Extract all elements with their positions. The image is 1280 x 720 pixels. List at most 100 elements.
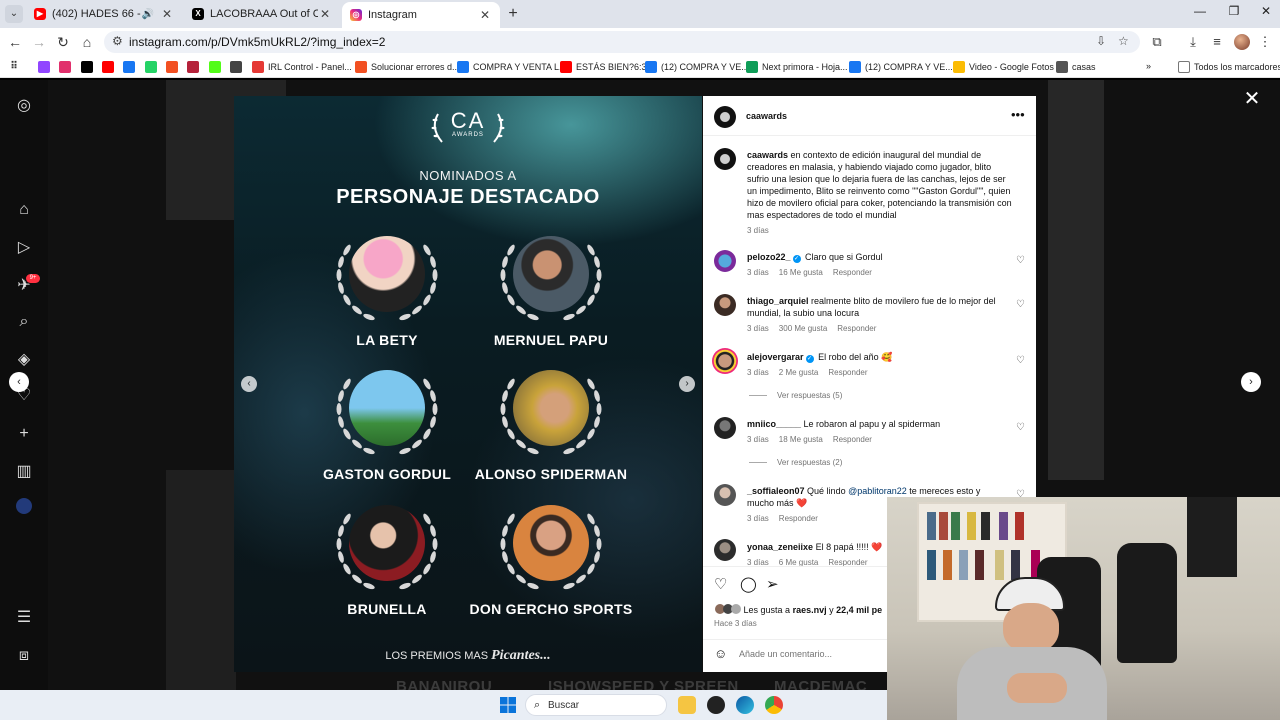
commenter-avatar-story[interactable] [712,348,738,374]
bookmark-item[interactable] [59,61,75,73]
comment-username[interactable]: yonaa_zeneiixe [747,542,813,552]
comment-likes[interactable]: 2 Me gusta [779,368,819,377]
liker-username[interactable]: raes.nvj [793,605,827,615]
share-icon[interactable]: ➢ [766,575,779,593]
comment-icon[interactable]: ◯ [740,575,757,593]
close-window-icon[interactable]: ✕ [1256,4,1276,18]
comment-likes[interactable]: 300 Me gusta [779,324,827,333]
reply-button[interactable]: Responder [833,268,872,277]
view-replies-button[interactable]: Ver respuestas (2) [749,458,842,467]
bookmark-item[interactable]: Solucionar errores d... [355,61,460,73]
emoji-icon[interactable]: ☺ [714,646,727,661]
bookmark-item[interactable] [81,61,97,73]
bookmark-item[interactable]: (12) COMPRA Y VE... [849,61,953,73]
explore-icon[interactable]: ◈ [14,350,34,370]
view-replies-button[interactable]: Ver respuestas (5) [749,391,842,400]
previous-post-icon[interactable]: ‹ [9,372,29,392]
mention-link[interactable]: @pablitoran22 [848,486,907,496]
edge-icon[interactable] [736,696,754,714]
tab-x[interactable]: X LACOBRAAA Out of Context en ✕ [184,3,340,25]
close-tab-icon[interactable]: ✕ [478,8,492,22]
comment-username[interactable]: thiago_arquiel [747,296,809,306]
create-icon[interactable]: + [14,424,34,444]
install-icon[interactable]: ⇩ [1096,34,1106,48]
reply-button[interactable]: Responder [828,368,867,377]
minimize-icon[interactable]: — [1190,4,1210,18]
commenter-avatar[interactable] [714,294,736,316]
taskbar-search[interactable]: ⌕ Buscar [525,694,667,716]
author-avatar[interactable] [714,106,736,128]
bookmark-item[interactable] [209,61,225,73]
like-comment-icon[interactable]: ♡ [1016,355,1025,366]
address-bar[interactable]: ⚙ instagram.com/p/DVmk5mUkRL2/?img_index… [104,31,1140,53]
forward-icon[interactable]: → [30,33,48,51]
bookmark-item[interactable] [166,61,182,73]
reply-button[interactable]: Responder [833,435,872,444]
downloads-icon[interactable]: ⤓ [1184,33,1202,51]
like-comment-icon[interactable]: ♡ [1016,299,1025,310]
commenter-avatar[interactable] [714,417,736,439]
media-icon[interactable]: ≡ [1208,33,1226,51]
like-post-icon[interactable]: ♡ [714,575,727,593]
close-tab-icon[interactable]: ✕ [160,7,174,21]
apps-icon[interactable]: ⠿ [8,61,24,73]
comment-username[interactable]: _soffialeon07 [747,486,805,496]
likes-count[interactable]: 22,4 mil pe [836,605,882,615]
comment-username[interactable]: pelozo22_ [747,252,791,262]
chrome-icon[interactable] [765,696,783,714]
file-explorer-icon[interactable] [678,696,696,714]
next-post-icon[interactable]: › [1241,372,1261,392]
meta-apps-icon[interactable]: ⧈ [14,646,34,666]
home-icon[interactable]: ⌂ [14,200,34,220]
commenter-avatar[interactable] [714,539,736,561]
reload-icon[interactable]: ↻ [54,33,72,51]
commenter-avatar[interactable] [714,250,736,272]
bookmark-item[interactable]: casas [1056,61,1096,73]
profile-avatar-icon[interactable] [14,498,34,518]
comment-likes[interactable]: 16 Me gusta [779,268,823,277]
home-icon[interactable]: ⌂ [78,33,96,51]
bookmark-star-icon[interactable]: ☆ [1118,34,1129,48]
reply-button[interactable]: Responder [837,324,876,333]
reels-icon[interactable]: ▷ [14,238,34,258]
obs-icon[interactable] [707,696,725,714]
comment-likes[interactable]: 18 Me gusta [779,435,823,444]
bookmark-item[interactable]: Next primora - Hoja... [746,61,848,73]
bookmark-item[interactable]: IRL Control - Panel... [252,61,352,73]
search-icon[interactable]: ⌕ [14,312,34,332]
speaker-icon[interactable]: 🔊 [142,9,154,20]
commenter-avatar[interactable] [714,484,736,506]
tab-instagram[interactable]: ◎ Instagram ✕ [342,2,500,28]
close-modal-icon[interactable]: ✕ [1241,88,1263,110]
reply-button[interactable]: Responder [779,514,818,523]
more-options-icon[interactable]: ••• [1011,107,1025,122]
like-comment-icon[interactable]: ♡ [1016,255,1025,266]
tab-search-button[interactable]: ⌄ [5,5,23,23]
caption-username[interactable]: caawards [747,150,788,160]
extensions-icon[interactable]: ⧉ [1148,33,1166,51]
menu-icon[interactable]: ⋮ [1256,33,1274,51]
author-avatar[interactable] [714,148,736,170]
bookmark-item[interactable] [38,61,54,73]
windows-start-icon[interactable] [500,697,516,713]
restore-icon[interactable]: ❐ [1224,4,1244,18]
site-info-icon[interactable]: ⚙ [112,34,123,48]
image-prev-icon[interactable]: ‹ [241,376,257,392]
bookmark-item[interactable]: ESTÁS BIEN?6:33 [560,61,652,73]
like-comment-icon[interactable]: ♡ [1016,422,1025,433]
bookmark-item[interactable]: Video - Google Fotos [953,61,1054,73]
instagram-logo-icon[interactable]: ◎ [14,96,34,116]
image-next-icon[interactable]: › [679,376,695,392]
bookmark-item[interactable]: COMPRA Y VENTA L... [457,61,567,73]
comment-username[interactable]: mniico_____ [747,419,801,429]
new-tab-button[interactable]: + [504,5,522,23]
tab-youtube[interactable]: ▶ (402) HADES 66 - JUICY ( O 🔊 ✕ [26,3,182,25]
dashboard-icon[interactable]: ▥ [14,462,34,482]
all-bookmarks[interactable]: Todos los marcadores [1178,61,1280,73]
close-tab-icon[interactable]: ✕ [318,7,332,21]
bookmark-item[interactable] [102,61,118,73]
bookmark-item[interactable] [145,61,161,73]
profile-avatar[interactable] [1234,34,1250,50]
bookmark-item[interactable] [123,61,139,73]
comment-username[interactable]: alejovergarar [747,352,804,362]
